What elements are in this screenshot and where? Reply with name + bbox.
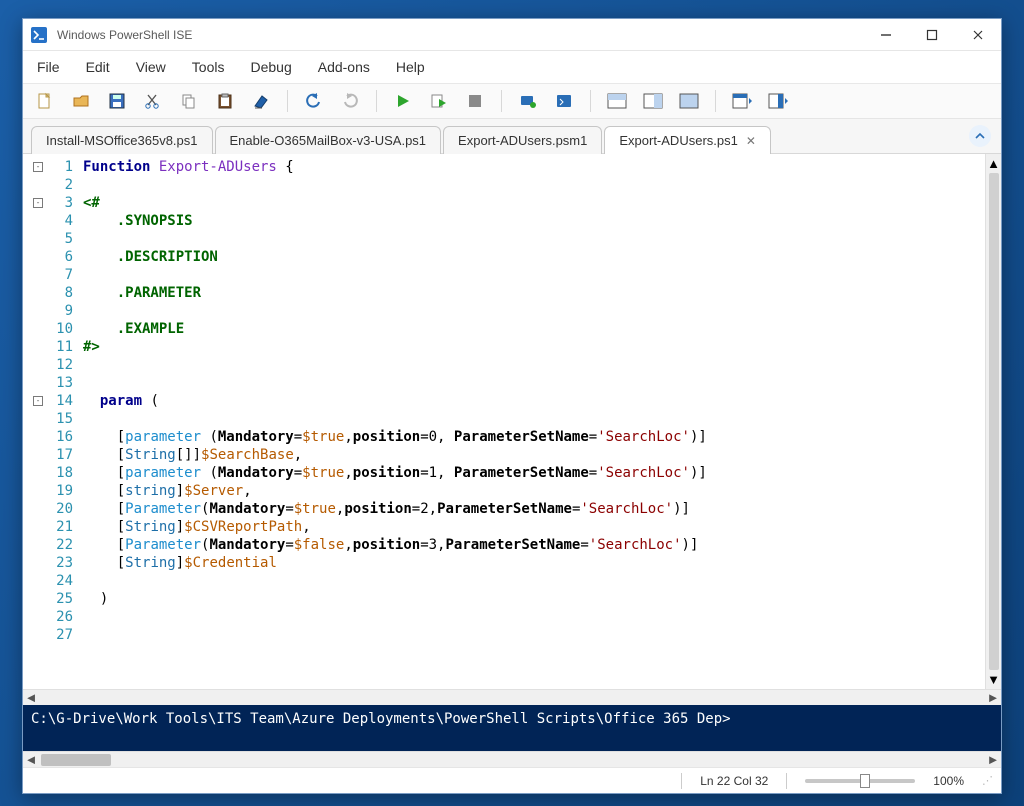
minimize-button[interactable] [863,19,909,51]
statusbar: Ln 22 Col 32 100% ⋰ [23,767,1001,793]
code-line[interactable] [83,266,979,284]
collapse-script-pane-button[interactable] [969,125,991,147]
window-controls [863,19,1001,51]
code-line[interactable]: <# [83,194,979,212]
line-number-gutter: -12-345678910111213-14151617181920212223… [23,154,77,689]
paste-icon[interactable] [211,88,239,114]
code-line[interactable]: [String]$CSVReportPath, [83,518,979,536]
clear-icon[interactable] [247,88,275,114]
toolbar [23,84,1001,119]
copy-icon[interactable] [175,88,203,114]
file-tab[interactable]: Enable-O365MailBox-v3-USA.ps1 [215,126,442,154]
code-line[interactable]: [parameter (Mandatory=$true,position=1, … [83,464,979,482]
app-icon [29,25,49,45]
menu-help[interactable]: Help [390,55,431,79]
code-line[interactable]: ) [83,590,979,608]
show-script-max-icon[interactable] [675,88,703,114]
file-tab-label: Install-MSOffice365v8.ps1 [46,133,198,148]
vertical-scrollbar[interactable]: ▲▼ [985,154,1001,689]
remote-icon[interactable] [514,88,542,114]
console-horizontal-scrollbar[interactable]: ◄► [23,751,1001,767]
cut-icon[interactable] [139,88,167,114]
file-tab[interactable]: Export-ADUsers.psm1 [443,126,602,154]
undo-icon[interactable] [300,88,328,114]
fold-toggle-icon[interactable]: - [33,162,43,172]
menu-debug[interactable]: Debug [244,55,297,79]
code-line[interactable] [83,356,979,374]
file-tab[interactable]: Export-ADUsers.ps1 ✕ [604,126,771,154]
app-window: Windows PowerShell ISE File Edit View Tools… [22,18,1002,794]
maximize-button[interactable] [909,19,955,51]
close-tab-icon[interactable]: ✕ [746,134,756,148]
menu-view[interactable]: View [130,55,172,79]
file-tab[interactable]: Install-MSOffice365v8.ps1 [31,126,213,154]
code-line[interactable]: .SYNOPSIS [83,212,979,230]
tabstrip: Install-MSOffice365v8.ps1 Enable-O365Mail… [23,119,1001,154]
file-tab-label: Export-ADUsers.psm1 [458,133,587,148]
menu-add-ons[interactable]: Add-ons [312,55,376,79]
resize-grip-icon[interactable]: ⋰ [982,774,991,787]
code-line[interactable]: #> [83,338,979,356]
code-line[interactable] [83,608,979,626]
menubar: File Edit View Tools Debug Add-ons Help [23,51,1001,84]
zoom-percent: 100% [933,774,964,788]
show-command-addon-icon[interactable] [764,88,792,114]
code-line[interactable] [83,410,979,428]
code-line[interactable]: [Parameter(Mandatory=$true,position=2,Pa… [83,500,979,518]
script-editor[interactable]: -12-345678910111213-14151617181920212223… [23,154,1001,689]
code-line[interactable]: [String]$Credential [83,554,979,572]
fold-toggle-icon[interactable]: - [33,198,43,208]
code-line[interactable]: [Parameter(Mandatory=$false,position=3,P… [83,536,979,554]
show-command-icon[interactable] [728,88,756,114]
zoom-slider[interactable] [805,779,915,783]
editor-horizontal-scrollbar[interactable]: ◄► [23,689,1001,705]
new-remote-icon[interactable] [550,88,578,114]
menu-file[interactable]: File [31,55,66,79]
run-selection-icon[interactable] [425,88,453,114]
code-line[interactable] [83,374,979,392]
titlebar: Windows PowerShell ISE [23,19,1001,51]
console-prompt: C:\G-Drive\Work Tools\ITS Team\Azure Dep… [31,711,731,727]
run-icon[interactable] [389,88,417,114]
menu-edit[interactable]: Edit [80,55,116,79]
console-pane[interactable]: C:\G-Drive\Work Tools\ITS Team\Azure Dep… [23,705,1001,751]
code-line[interactable] [83,626,979,644]
code-area[interactable]: Function Export-ADUsers { <# .SYNOPSIS .… [77,154,985,689]
code-line[interactable] [83,176,979,194]
code-line[interactable]: [parameter (Mandatory=$true,position=0, … [83,428,979,446]
code-line[interactable]: param ( [83,392,979,410]
code-line[interactable]: [string]$Server, [83,482,979,500]
fold-toggle-icon[interactable]: - [33,396,43,406]
code-line[interactable] [83,572,979,590]
cursor-position: Ln 22 Col 32 [700,774,768,788]
code-line[interactable]: [String[]]$SearchBase, [83,446,979,464]
file-tab-label: Export-ADUsers.ps1 [619,133,737,148]
code-line[interactable]: .DESCRIPTION [83,248,979,266]
show-script-right-icon[interactable] [639,88,667,114]
close-button[interactable] [955,19,1001,51]
code-line[interactable]: .EXAMPLE [83,320,979,338]
open-icon[interactable] [67,88,95,114]
window-title: Windows PowerShell ISE [57,28,863,42]
code-line[interactable]: Function Export-ADUsers { [83,158,979,176]
file-tab-label: Enable-O365MailBox-v3-USA.ps1 [230,133,427,148]
code-line[interactable]: .PARAMETER [83,284,979,302]
new-icon[interactable] [31,88,59,114]
show-script-top-icon[interactable] [603,88,631,114]
save-icon[interactable] [103,88,131,114]
redo-icon[interactable] [336,88,364,114]
menu-tools[interactable]: Tools [186,55,231,79]
code-line[interactable] [83,302,979,320]
stop-icon[interactable] [461,88,489,114]
code-line[interactable] [83,230,979,248]
